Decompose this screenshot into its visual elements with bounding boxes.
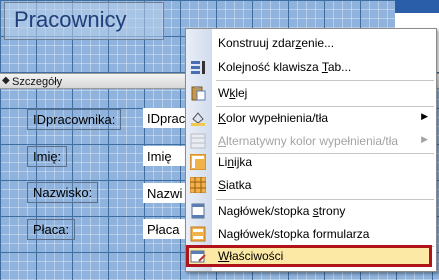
label-idpracownika[interactable]: IDpracownika:	[27, 109, 122, 130]
menu-item-grid[interactable]: Siatka	[186, 174, 436, 196]
tab-order-icon	[190, 59, 206, 75]
alternate-fill-color-icon	[190, 133, 206, 149]
context-menu: Konstruuj zdarzenie... Kolejność klawisz…	[185, 28, 437, 272]
menu-item-ruler[interactable]: Linijka	[186, 151, 436, 173]
menu-item-form-header-footer[interactable]: Nagłówek/stopka formularza	[186, 223, 436, 245]
ruler-icon	[189, 153, 207, 171]
page-header-footer-icon	[190, 203, 206, 219]
menu-item-build-event[interactable]: Konstruuj zdarzenie...	[186, 32, 436, 54]
label-placa[interactable]: Płaca:	[27, 219, 76, 240]
window-title-strip	[395, 0, 439, 13]
submenu-arrow-icon: ▶	[421, 111, 428, 121]
textbox-idpracownika[interactable]: IDprac	[143, 108, 188, 128]
menu-item-paste[interactable]: Wklej	[186, 82, 436, 104]
menu-item-alternate-fill-color[interactable]: Alternatywny kolor wypełnienia/tła ▶	[186, 130, 436, 152]
grid-icon	[189, 176, 207, 194]
properties-icon	[190, 248, 206, 264]
form-title-text: Pracownicy	[14, 7, 127, 32]
paste-icon	[190, 85, 206, 101]
textbox-nazwisko[interactable]: Nazwi	[143, 183, 188, 203]
menu-item-tab-order[interactable]: Kolejność klawisza Tab...	[186, 56, 436, 78]
textbox-imie[interactable]: Imię	[143, 146, 188, 166]
menu-item-properties[interactable]: Właściwości	[185, 245, 431, 267]
section-marker-icon: ◆	[2, 75, 10, 86]
menu-separator	[216, 80, 434, 81]
label-nazwisko[interactable]: Nazwisko:	[27, 182, 99, 203]
fill-color-icon	[190, 110, 206, 126]
submenu-arrow-icon: ▶	[421, 134, 428, 144]
form-header-footer-icon	[190, 226, 206, 242]
textbox-placa[interactable]: Płaca	[143, 219, 188, 239]
menu-item-fill-color[interactable]: Kolor wypełnienia/tła ▶	[186, 107, 436, 129]
detail-section-label: Szczegóły	[12, 76, 63, 88]
form-title-label[interactable]: Pracownicy	[4, 2, 164, 40]
label-imie[interactable]: Imię:	[27, 146, 68, 167]
menu-item-page-header-footer[interactable]: Nagłówek/stopka strony	[186, 200, 436, 222]
